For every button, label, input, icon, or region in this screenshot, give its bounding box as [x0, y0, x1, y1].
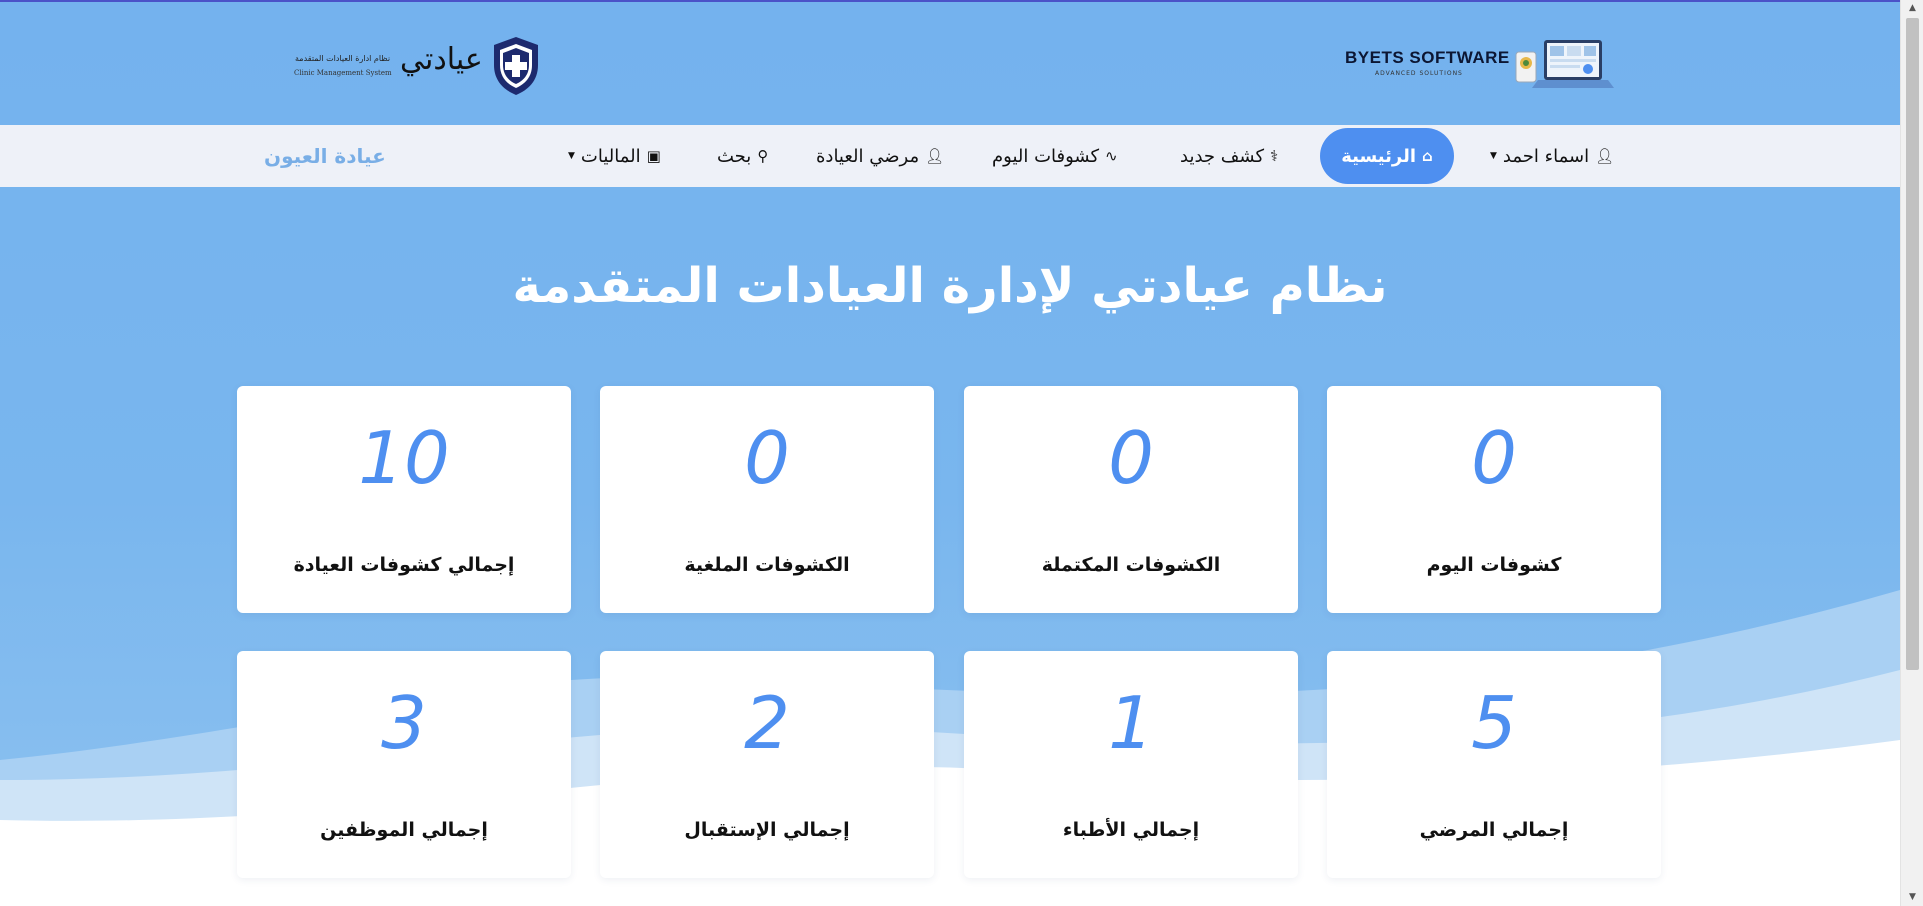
nav-item-new-visit-label: كشف جديد: [1180, 145, 1265, 167]
money-bill-icon: ▣: [646, 147, 661, 165]
laptop-illustration-icon: [1515, 40, 1614, 88]
stat-label: إجمالي الإستقبال: [684, 819, 850, 841]
nav-item-finance-label: الماليات: [580, 145, 641, 167]
stat-label: إجمالي الموظفين: [320, 819, 488, 841]
stat-value: 0: [1471, 416, 1517, 500]
user-menu[interactable]: 👤︎ اسماء احمد ▼: [1490, 125, 1614, 187]
stat-value: 3: [381, 681, 427, 765]
search-icon: ⚲: [757, 147, 769, 165]
nav-item-home-label: الرئيسية: [1341, 145, 1417, 167]
stat-label: كشوفات اليوم: [1426, 554, 1562, 576]
page-title: نظام عيادتي لإدارة العيادات المتقدمة: [512, 258, 1388, 314]
nav-item-today-visits[interactable]: ∿ كشوفات اليوم: [992, 125, 1118, 187]
stat-card-completed-visits[interactable]: 0 الكشوفات المكتملة: [964, 386, 1298, 613]
stat-label: الكشوفات المكتملة: [1041, 554, 1221, 576]
shield-plus-icon: [494, 37, 538, 95]
nav-item-home[interactable]: ⌂ الرئيسية: [1320, 128, 1454, 184]
nav-item-search[interactable]: ⚲ بحث: [717, 125, 768, 187]
vendor-name: BYETS SOFTWARE: [1345, 48, 1510, 67]
brand-logo[interactable]: عيادتي نظام ادارة العيادات المتقدمة Clin…: [280, 32, 550, 102]
stethoscope-icon: ∿: [1105, 147, 1118, 165]
brand-tagline-en: Clinic Management System: [294, 69, 392, 77]
scrollbar-thumb[interactable]: [1906, 18, 1919, 670]
stat-label: الكشوفات الملغية: [684, 554, 850, 576]
header: عيادتي نظام ادارة العيادات المتقدمة Clin…: [0, 2, 1900, 124]
stat-card-cancelled-visits[interactable]: 0 الكشوفات الملغية: [600, 386, 934, 613]
stat-value: 2: [744, 681, 790, 765]
clinic-name[interactable]: عيادة العيون: [264, 125, 386, 187]
scroll-down-arrow-icon[interactable]: ▼: [1901, 889, 1923, 906]
nav-item-clinic-patients-label: مرضي العيادة: [816, 145, 920, 167]
stat-card-today-visits[interactable]: 0 كشوفات اليوم: [1327, 386, 1661, 613]
nav-item-today-visits-label: كشوفات اليوم: [992, 145, 1100, 167]
stat-value: 0: [1108, 416, 1154, 500]
vertical-scrollbar[interactable]: ▲ ▼: [1900, 0, 1923, 906]
stat-card-total-patients[interactable]: 5 إجمالي المرضي: [1327, 651, 1661, 878]
stat-card-total-doctors[interactable]: 1 إجمالي الأطباء: [964, 651, 1298, 878]
stat-card-total-reception[interactable]: 2 إجمالي الإستقبال: [600, 651, 934, 878]
stat-label: إجمالي الأطباء: [1062, 819, 1200, 841]
user-icon: 👤︎: [1595, 147, 1615, 165]
caret-down-icon: ▼: [1490, 151, 1497, 161]
page: عيادتي نظام ادارة العيادات المتقدمة Clin…: [0, 0, 1900, 906]
stat-value: 10: [358, 416, 450, 500]
brand-tagline-ar: نظام ادارة العيادات المتقدمة: [295, 54, 391, 63]
caret-down-icon: ▼: [568, 151, 575, 161]
user-icon: 👤︎: [925, 147, 945, 165]
scroll-up-arrow-icon[interactable]: ▲: [1901, 0, 1923, 17]
stat-value: 1: [1108, 681, 1154, 765]
nav-item-finance[interactable]: ▣ الماليات ▼: [568, 125, 661, 187]
nav-item-new-visit[interactable]: ⚕ كشف جديد: [1180, 125, 1278, 187]
user-name: اسماء احمد: [1502, 145, 1590, 167]
window-top-border: [0, 0, 1900, 2]
brand-name: عيادتي: [400, 42, 483, 77]
vendor-tagline: ADVANCED SOLUTIONS: [1375, 70, 1463, 77]
user-doctor-icon: ⚕: [1270, 147, 1279, 165]
stat-label: إجمالي كشوفات العيادة: [293, 554, 515, 576]
stat-label: إجمالي المرضي: [1419, 819, 1569, 841]
stat-value: 0: [744, 416, 790, 500]
home-icon: ⌂: [1422, 147, 1433, 165]
main-nav: 👤︎ اسماء احمد ▼ ⌂ الرئيسية ⚕ كشف جديد ∿ …: [0, 125, 1900, 187]
vendor-logo[interactable]: BYETS SOFTWARE ADVANCED SOLUTIONS: [1340, 38, 1620, 98]
nav-item-clinic-patients[interactable]: 👤︎ مرضي العيادة: [816, 125, 944, 187]
stat-card-total-visits[interactable]: 10 إجمالي كشوفات العيادة: [237, 386, 571, 613]
nav-item-search-label: بحث: [717, 145, 752, 167]
stat-value: 5: [1471, 681, 1517, 765]
stat-card-total-employees[interactable]: 3 إجمالي الموظفين: [237, 651, 571, 878]
